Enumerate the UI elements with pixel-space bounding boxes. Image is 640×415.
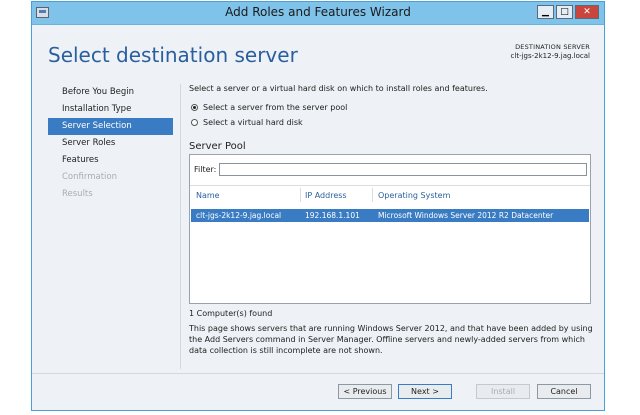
computer-count: 1 Computer(s) found: [189, 309, 273, 318]
server-pool-title: Server Pool: [189, 141, 246, 152]
row-name: clt-jgs-2k12-9.jag.local: [196, 211, 282, 220]
radio-checked-icon[interactable]: [191, 104, 198, 111]
cancel-button[interactable]: Cancel: [537, 384, 591, 399]
destination-server-label: DESTINATION SERVER: [515, 43, 590, 51]
radio-virtual-hard-disk[interactable]: Select a virtual hard disk: [191, 118, 303, 127]
radio-server-pool[interactable]: Select a server from the server pool: [191, 103, 347, 112]
nav-item-server-selection[interactable]: Server Selection: [48, 118, 173, 135]
wizard-window: Add Roles and Features Wizard ▁ □ ✕ Sele…: [31, 1, 605, 411]
grid-header-divider: [190, 185, 590, 186]
minimize-button[interactable]: ▁: [537, 5, 554, 19]
row-ip-address: 192.168.1.101: [305, 211, 360, 220]
window-title: Add Roles and Features Wizard: [225, 5, 411, 19]
title-bar[interactable]: Add Roles and Features Wizard ▁ □ ✕: [32, 2, 604, 25]
radio-unchecked-icon[interactable]: [191, 119, 198, 126]
column-header-operating-system[interactable]: Operating System: [378, 191, 450, 200]
radio-virtual-hard-disk-label: Select a virtual hard disk: [203, 118, 303, 127]
nav-item-results: Results: [62, 189, 93, 199]
column-divider: [372, 188, 373, 202]
install-button: Install: [476, 384, 530, 399]
radio-server-pool-label: Select a server from the server pool: [203, 103, 348, 112]
footer-divider: [32, 373, 604, 374]
nav-item-confirmation: Confirmation: [62, 172, 117, 182]
table-row[interactable]: clt-jgs-2k12-9.jag.local 192.168.1.101 M…: [191, 209, 589, 222]
description-text: This page shows servers that are running…: [189, 324, 593, 355]
destination-server-value: clt-jgs-2k12-9.jag.local: [510, 52, 590, 60]
nav-item-server-roles[interactable]: Server Roles: [48, 135, 173, 152]
column-header-ip-address[interactable]: IP Address: [305, 191, 347, 200]
nav-divider: [180, 84, 181, 369]
instruction-text: Select a server or a virtual hard disk o…: [189, 84, 488, 93]
previous-button[interactable]: < Previous: [338, 384, 392, 399]
maximize-button[interactable]: □: [556, 5, 573, 19]
page-header: Select destination server DESTINATION SE…: [32, 25, 604, 75]
page-title: Select destination server: [48, 43, 298, 67]
filter-row: Filter:: [194, 163, 588, 176]
column-divider: [300, 188, 301, 202]
wizard-nav: Before You Begin Installation Type Serve…: [48, 84, 173, 203]
next-button[interactable]: Next >: [398, 384, 452, 399]
nav-item-installation-type[interactable]: Installation Type: [48, 101, 173, 118]
filter-label: Filter:: [194, 165, 217, 174]
column-header-name[interactable]: Name: [196, 191, 220, 200]
filter-input[interactable]: [219, 163, 588, 176]
nav-item-features[interactable]: Features: [48, 152, 173, 169]
server-pool-panel: Filter: Name IP Address Operating System…: [189, 154, 591, 304]
nav-item-before-you-begin[interactable]: Before You Begin: [48, 84, 173, 101]
window-controls: ▁ □ ✕: [537, 5, 599, 19]
row-operating-system: Microsoft Windows Server 2012 R2 Datacen…: [378, 211, 554, 220]
close-button[interactable]: ✕: [575, 5, 599, 19]
